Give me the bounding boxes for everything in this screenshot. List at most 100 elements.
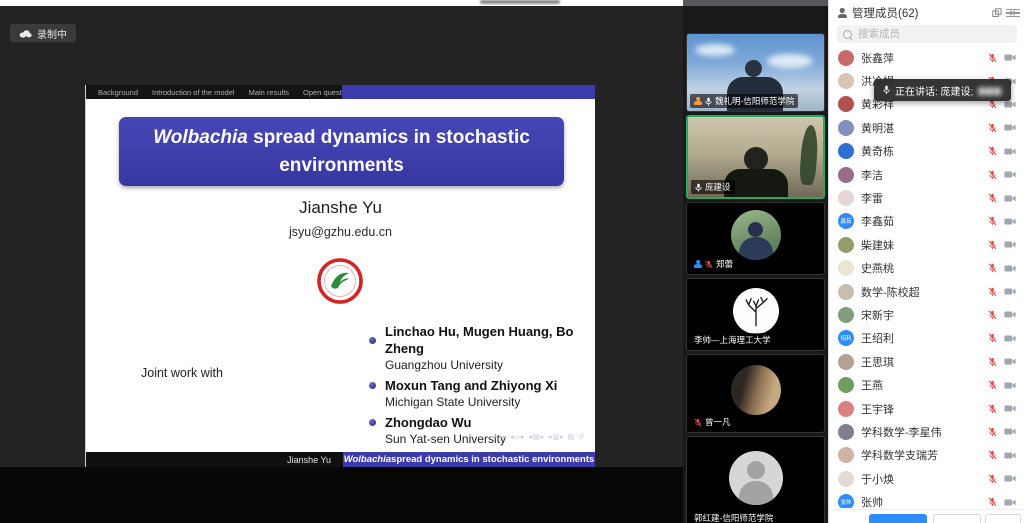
- member-row[interactable]: 王燕: [829, 373, 1024, 396]
- mic-muted-icon[interactable]: [988, 427, 997, 437]
- member-avatar: [838, 284, 854, 300]
- clipped-window-title: [480, 0, 560, 4]
- member-row[interactable]: 宋新宇: [829, 303, 1024, 326]
- camera-off-icon[interactable]: [1004, 334, 1016, 343]
- video-name-chip: 郑蕾: [690, 257, 737, 271]
- camera-off-icon[interactable]: [1004, 194, 1016, 203]
- member-row[interactable]: 黄奇栋: [829, 140, 1024, 163]
- collaborator-names: Zhongdao Wu: [385, 414, 471, 431]
- beamer-navigation-symbols[interactable]: ◂▭▸ ◂▱▸ ◂▤▸ ◂▥▸ ▤ ↺: [490, 433, 585, 441]
- member-row[interactable]: 李洁: [829, 163, 1024, 186]
- collaborator-affiliation: Michigan State University: [385, 394, 584, 410]
- mic-muted-icon[interactable]: [988, 216, 997, 226]
- mic-icon: [705, 97, 712, 106]
- camera-off-icon[interactable]: [1004, 404, 1016, 413]
- member-avatar: 张帅: [838, 494, 854, 508]
- camera-off-icon[interactable]: [1004, 310, 1016, 319]
- member-row[interactable]: 绍利 王绍利: [829, 327, 1024, 350]
- mic-muted-icon[interactable]: [988, 497, 997, 507]
- member-name: 数学-陈校超: [861, 284, 920, 300]
- camera-off-icon[interactable]: [1004, 147, 1016, 156]
- recording-badge[interactable]: 录制中: [10, 24, 76, 42]
- slide-title: Wolbachia spread dynamics in stochastic …: [143, 124, 540, 179]
- search-input[interactable]: [856, 27, 1011, 41]
- member-row[interactable]: 李雷: [829, 186, 1024, 209]
- mic-icon: [883, 85, 890, 95]
- footer-secondary-button[interactable]: [933, 514, 981, 523]
- camera-off-icon[interactable]: [1004, 474, 1016, 483]
- camera-off-icon[interactable]: [1004, 264, 1016, 273]
- search-icon: [843, 30, 852, 39]
- mic-muted-icon[interactable]: [988, 170, 997, 180]
- member-search[interactable]: [837, 25, 1017, 43]
- mic-muted-icon[interactable]: [988, 333, 997, 343]
- member-row[interactable]: 张帅 张帅: [829, 490, 1024, 508]
- footer-primary-button[interactable]: [869, 514, 927, 523]
- camera-off-icon[interactable]: [1004, 240, 1016, 249]
- camera-off-icon[interactable]: [1004, 287, 1016, 296]
- video-tile-2-active-speaker[interactable]: 庞建设: [686, 115, 825, 199]
- member-row[interactable]: 数学-陈校超: [829, 280, 1024, 303]
- hamburger-menu-icon[interactable]: [1006, 6, 1020, 20]
- member-row[interactable]: 于小焕: [829, 467, 1024, 490]
- camera-off-icon[interactable]: [1004, 498, 1016, 507]
- member-name: 宋新宇: [861, 307, 894, 323]
- member-avatar: [838, 377, 854, 393]
- member-avatar: [838, 307, 854, 323]
- member-avatar: [838, 260, 854, 276]
- cloud-record-icon: [19, 29, 32, 38]
- camera-off-icon[interactable]: [1004, 357, 1016, 366]
- member-row[interactable]: 史燕桃: [829, 257, 1024, 280]
- member-row[interactable]: 学科数学-李星伟: [829, 420, 1024, 443]
- camera-off-icon[interactable]: [1004, 123, 1016, 132]
- camera-off-icon[interactable]: [1004, 53, 1016, 62]
- mic-muted-icon[interactable]: [988, 263, 997, 273]
- mic-muted-icon[interactable]: [988, 450, 997, 460]
- mic-muted-icon[interactable]: [988, 53, 997, 63]
- video-tile-6[interactable]: 郭红建-信阳师范学院: [686, 436, 825, 523]
- mic-muted-icon[interactable]: [988, 404, 997, 414]
- participant-name: 李帅—上海理工大学: [694, 334, 771, 346]
- mic-muted-icon[interactable]: [988, 146, 997, 156]
- recording-label: 录制中: [37, 26, 67, 41]
- camera-off-icon[interactable]: [1004, 381, 1016, 390]
- mic-muted-icon[interactable]: [988, 123, 997, 133]
- slide-tab-introduction: Introduction of the model: [152, 88, 235, 97]
- mic-muted-icon[interactable]: [988, 380, 997, 390]
- member-row[interactable]: 张鑫萍: [829, 46, 1024, 69]
- speaking-tooltip: 正在讲话: 庞建设; ▆▆▆: [874, 79, 1011, 101]
- redacted-names: ▆▆▆: [978, 85, 1002, 96]
- mic-muted-icon[interactable]: [988, 474, 997, 484]
- member-avatar: 鑫茹: [838, 213, 854, 229]
- video-name-chip: 郭红建-信阳师范学院: [690, 511, 777, 523]
- member-row[interactable]: 柴建妹: [829, 233, 1024, 256]
- mic-muted-icon[interactable]: [988, 310, 997, 320]
- camera-off-icon[interactable]: [1004, 451, 1016, 460]
- popout-icon[interactable]: [992, 8, 1002, 18]
- bullet-icon: [369, 337, 376, 344]
- collaborator-item: Moxun Tang and Zhiyong Xi Michigan State…: [369, 377, 584, 410]
- mic-muted-icon[interactable]: [988, 240, 997, 250]
- camera-off-icon[interactable]: [1004, 427, 1016, 436]
- video-tile-5[interactable]: 曾一凡: [686, 354, 825, 433]
- mic-muted-icon[interactable]: [988, 193, 997, 203]
- video-tile-1[interactable]: 魏礼明-信阳师范学院: [686, 33, 825, 112]
- member-list: 张鑫萍 洪冷娟 黄彩祥: [829, 46, 1024, 508]
- member-row[interactable]: 鑫茹 李鑫茹: [829, 210, 1024, 233]
- member-row[interactable]: 王思琪: [829, 350, 1024, 373]
- camera-off-icon[interactable]: [1004, 170, 1016, 179]
- camera-off-icon[interactable]: [1004, 217, 1016, 226]
- mic-muted-icon[interactable]: [988, 287, 997, 297]
- mic-icon: [695, 183, 702, 192]
- window-title-strip: [0, 0, 683, 6]
- video-tile-4[interactable]: 李帅—上海理工大学: [686, 278, 825, 351]
- slide-title-rest: spread dynamics in stochastic environmen…: [248, 127, 530, 176]
- camera-off-icon[interactable]: [1004, 100, 1016, 109]
- collaborator-item: Linchao Hu, Mugen Huang, Bo Zheng Guangz…: [369, 323, 584, 373]
- member-row[interactable]: 黄明湛: [829, 116, 1024, 139]
- member-row[interactable]: 王宇锋: [829, 397, 1024, 420]
- mic-muted-icon[interactable]: [988, 357, 997, 367]
- video-tile-3[interactable]: 郑蕾: [686, 202, 825, 275]
- footer-more-button[interactable]: [985, 514, 1021, 523]
- member-row[interactable]: 学科数学支瑞芳: [829, 444, 1024, 467]
